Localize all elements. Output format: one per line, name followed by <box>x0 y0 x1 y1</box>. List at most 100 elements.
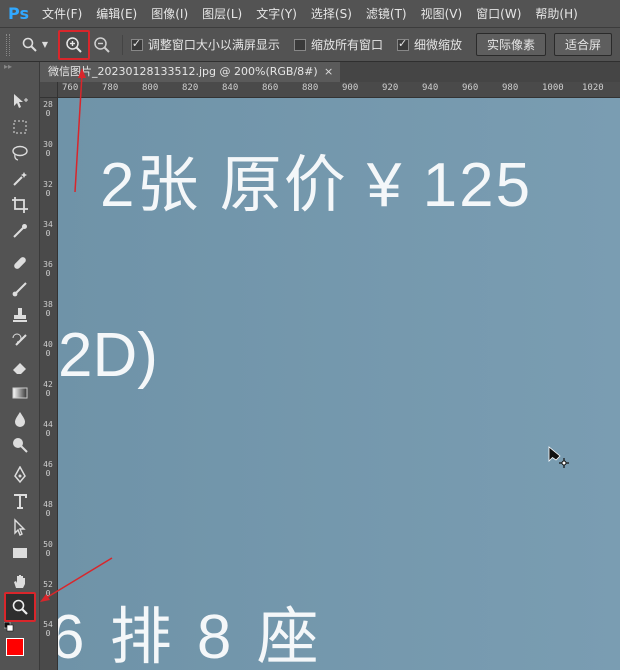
toolbar-grip[interactable]: ▸▸ <box>0 62 39 72</box>
move-icon <box>14 94 28 108</box>
foreground-color-swatch[interactable] <box>6 638 24 656</box>
type-icon <box>14 494 27 509</box>
magic-wand-icon <box>13 172 27 186</box>
menu-filter[interactable]: 滤镜(T) <box>366 5 407 22</box>
ruler-label: 360 <box>43 260 53 278</box>
ruler-label: 420 <box>43 380 53 398</box>
ruler-label: 840 <box>222 83 239 93</box>
history-brush-icon <box>12 333 27 346</box>
menu-edit[interactable]: 编辑(E) <box>96 5 137 22</box>
resize-windows-label: 调整窗口大小以满屏显示 <box>147 38 280 52</box>
menu-window[interactable]: 窗口(W) <box>476 5 521 22</box>
ruler-label: 780 <box>102 83 119 93</box>
ruler-label: 1020 <box>582 83 604 93</box>
eyedropper-icon <box>13 224 27 238</box>
scrubby-zoom-checkbox[interactable]: 细微缩放 <box>396 36 462 53</box>
dodge-tool[interactable] <box>8 434 32 456</box>
healing-brush-tool[interactable] <box>8 252 32 274</box>
menu-bar: Ps 文件(F) 编辑(E) 图像(I) 图层(L) 文字(Y) 选择(S) 滤… <box>0 0 620 28</box>
brush-icon <box>12 282 27 297</box>
ruler-label: 1000 <box>542 83 564 93</box>
menu-select[interactable]: 选择(S) <box>311 5 352 22</box>
ruler-label: 280 <box>43 100 53 118</box>
rectangle-tool[interactable] <box>8 542 32 564</box>
ruler-label: 540 <box>43 620 53 638</box>
pen-icon <box>14 466 26 484</box>
zoom-out-button[interactable] <box>90 33 114 57</box>
hand-tool[interactable] <box>8 570 32 592</box>
marquee-icon <box>13 120 27 134</box>
ruler-label: 480 <box>43 500 53 518</box>
eraser-icon <box>13 363 26 374</box>
marquee-tool[interactable] <box>8 116 32 138</box>
path-select-icon <box>14 518 26 536</box>
magic-wand-tool[interactable] <box>8 168 32 190</box>
fit-screen-button[interactable]: 适合屏 <box>553 33 612 56</box>
ruler-label: 320 <box>43 180 53 198</box>
rectangle-icon <box>13 548 27 558</box>
eraser-tool[interactable] <box>8 356 32 378</box>
blur-tool[interactable] <box>8 408 32 430</box>
eyedropper-tool[interactable] <box>8 220 32 242</box>
zoom-tool[interactable] <box>4 592 36 622</box>
menu-type[interactable]: 文字(Y) <box>256 5 297 22</box>
ruler-label: 940 <box>422 83 439 93</box>
close-icon[interactable]: × <box>324 62 333 82</box>
lasso-tool[interactable] <box>8 142 32 164</box>
menu-help[interactable]: 帮助(H) <box>535 5 577 22</box>
zoom-out-icon <box>94 36 110 53</box>
options-grip[interactable] <box>6 33 10 56</box>
cursor-icon <box>548 446 569 468</box>
path-selection-tool[interactable] <box>8 516 32 538</box>
horizontal-ruler[interactable]: 760 780 800 820 840 860 880 900 920 940 … <box>58 82 620 98</box>
menu-file[interactable]: 文件(F) <box>42 5 82 22</box>
dodge-icon <box>13 438 28 453</box>
zoom-all-windows-checkbox[interactable]: 缩放所有窗口 <box>293 36 383 53</box>
actual-pixels-button[interactable]: 实际像素 <box>475 33 546 56</box>
checkbox-box[interactable] <box>396 37 409 51</box>
document-tab-title: 微信图片_20230128133512.jpg @ 200%(RGB/8#) <box>48 65 318 78</box>
pen-tool[interactable] <box>8 464 32 486</box>
ruler-label: 460 <box>43 460 53 478</box>
ruler-label: 340 <box>43 220 53 238</box>
document-tab[interactable]: 微信图片_20230128133512.jpg @ 200%(RGB/8#) <box>40 62 340 82</box>
options-bar: ▼ 调整窗口大小以满屏显示 缩放所有窗口 <box>0 28 620 62</box>
vertical-ruler[interactable]: 280 300 320 340 360 380 400 420 440 460 … <box>40 98 58 670</box>
ruler-label: 300 <box>43 140 53 158</box>
scrubby-zoom-label: 细微缩放 <box>413 38 462 52</box>
menu-image[interactable]: 图像(I) <box>151 5 188 22</box>
history-brush-tool[interactable] <box>8 330 32 352</box>
clone-stamp-tool[interactable] <box>8 304 32 326</box>
type-tool[interactable] <box>8 490 32 512</box>
menu-view[interactable]: 视图(V) <box>421 5 463 22</box>
default-colors-icon[interactable] <box>4 622 14 632</box>
zoom-in-button[interactable] <box>57 29 90 60</box>
crop-tool[interactable] <box>8 194 32 216</box>
magnifier-icon <box>22 37 37 52</box>
ruler-label: 960 <box>462 83 479 93</box>
gradient-tool[interactable] <box>8 382 32 404</box>
document-canvas[interactable]: 2张 原价 ¥ 125 2D) 6 排 8 座 <box>58 98 620 670</box>
stamp-icon <box>13 308 27 322</box>
checkbox-box[interactable] <box>293 38 306 51</box>
menu-layer[interactable]: 图层(L) <box>202 5 242 22</box>
magnifier-icon <box>12 599 28 615</box>
bandage-icon <box>14 257 26 269</box>
image-text-format: 2D) <box>58 321 158 390</box>
crop-icon <box>12 197 28 213</box>
separator <box>121 34 123 55</box>
ruler-label: 920 <box>382 83 399 93</box>
move-tool[interactable] <box>8 90 32 112</box>
ruler-corner[interactable] <box>40 82 58 98</box>
tools-panel: ▸▸ <box>0 62 40 670</box>
ruler-label: 800 <box>142 83 159 93</box>
ruler-label: 500 <box>43 540 53 558</box>
resize-windows-checkbox[interactable]: 调整窗口大小以满屏显示 <box>130 36 280 53</box>
tool-preset-picker[interactable]: ▼ <box>22 37 50 53</box>
zoom-in-icon <box>66 36 82 53</box>
zoom-all-windows-label: 缩放所有窗口 <box>310 38 383 52</box>
checkbox-box[interactable] <box>130 37 143 51</box>
gradient-icon <box>12 387 28 399</box>
hand-icon <box>14 575 25 588</box>
brush-tool[interactable] <box>8 278 32 300</box>
